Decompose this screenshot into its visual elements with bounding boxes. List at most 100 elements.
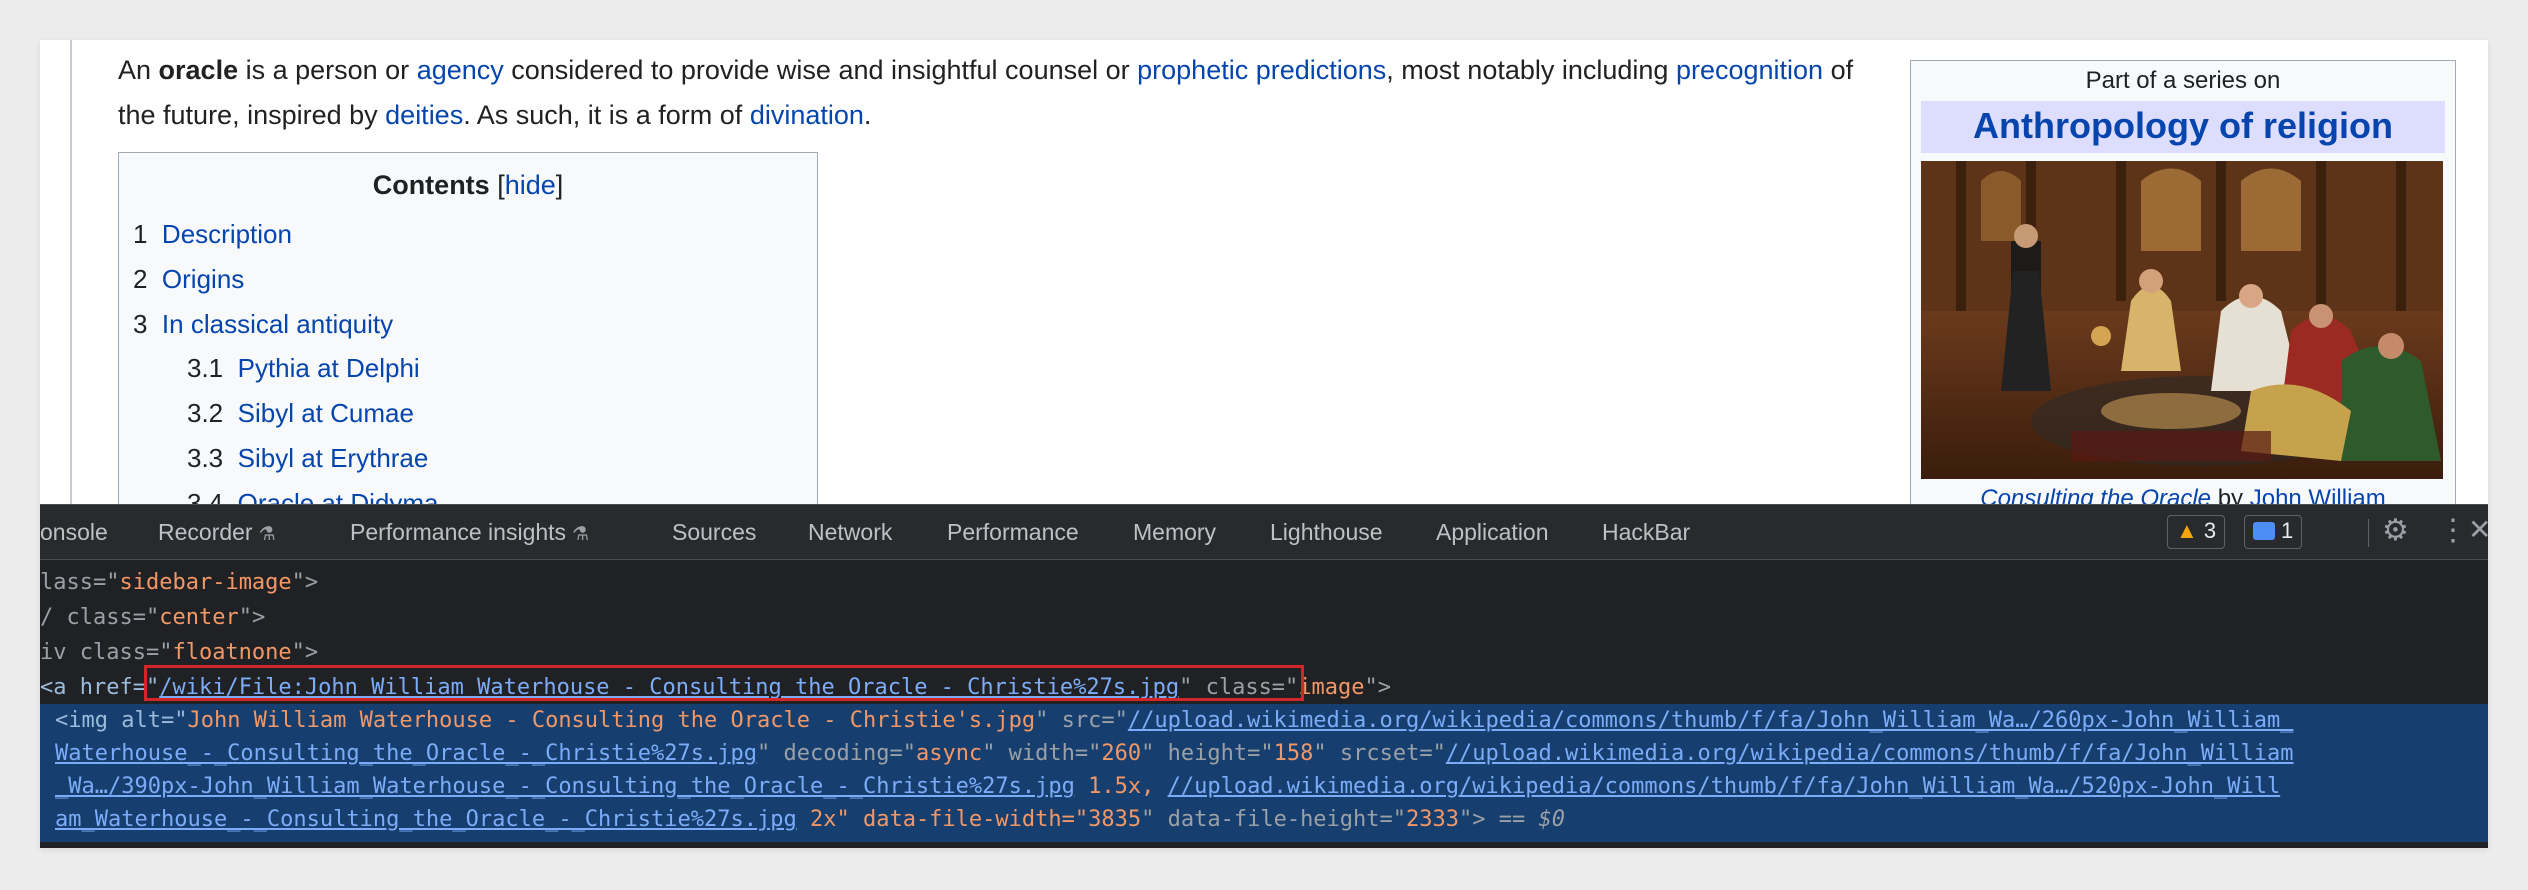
text-run: is a person or <box>238 55 417 85</box>
tab-performance[interactable]: Performance <box>947 519 1079 546</box>
tab-performance-insights[interactable]: Performance insights ⚗ <box>350 519 589 546</box>
tab-label: Lighthouse <box>1270 519 1383 545</box>
tab-label: Performance insights <box>350 519 567 545</box>
toc-number: 1 <box>133 219 148 249</box>
series-title[interactable]: Anthropology of religion <box>1921 101 2445 153</box>
devtools-panel: onsole Recorder ⚗ Performance insights ⚗ S… <box>40 504 2488 848</box>
dom-src-link[interactable]: Waterhouse_-_Consulting_the_Oracle_-_Chr… <box>55 741 757 766</box>
dom-punct: "> <box>291 570 319 595</box>
toc-link[interactable]: Sibyl at Cumae <box>238 398 414 428</box>
dom-attr-value: sidebar-image <box>119 570 292 595</box>
dom-attr-value: 3835 <box>1088 807 1142 832</box>
dom-punct: "> <box>238 605 266 630</box>
wikipedia-article: An oracle is a person or agency consider… <box>40 40 2488 504</box>
caption-link-painting[interactable]: Consulting the Oracle <box>1980 485 2211 504</box>
tab-console[interactable]: onsole <box>40 519 108 546</box>
close-icon[interactable]: ✕ <box>2468 513 2488 546</box>
caption-by: by <box>2211 485 2250 504</box>
dom-attr: " src=" <box>1035 708 1128 733</box>
link-agency[interactable]: agency <box>417 55 504 85</box>
dom-attr-value: 1.5x, <box>1074 774 1168 799</box>
dom-attr: " decoding=" <box>757 741 916 766</box>
tab-label: Recorder <box>158 519 253 545</box>
dom-line[interactable]: iv class="floatnone"> <box>40 640 318 665</box>
link-divination[interactable]: divination <box>750 100 864 130</box>
link-prophetic-predictions[interactable]: prophetic predictions <box>1137 55 1386 85</box>
gear-icon[interactable]: ⚙ <box>2382 513 2409 548</box>
toc-number: 3.3 <box>187 443 224 473</box>
series-title-link[interactable]: Anthropology of religion <box>1973 105 2393 146</box>
link-deities[interactable]: deities <box>385 100 463 130</box>
dom-line[interactable]: / class="center"> <box>40 605 265 630</box>
dom-attr: " data-file-height=" <box>1141 807 1407 832</box>
console-ref: $0 <box>1538 807 1566 832</box>
dom-srcset-link[interactable]: _Wa…/390px-John_William_Waterhouse_-_Con… <box>55 774 1075 799</box>
toc-link[interactable]: Pythia at Delphi <box>238 353 420 383</box>
warnings-badge[interactable]: ▲ 3 <box>2167 515 2226 549</box>
dom-attr: " width=" <box>982 741 1102 766</box>
dom-attr-value: 260 <box>1101 741 1142 766</box>
kebab-icon[interactable]: ⋮ <box>2438 513 2468 548</box>
dom-attr-value: floatnone <box>172 640 292 665</box>
messages-badge[interactable]: 1 <box>2244 515 2303 549</box>
text-run: . As such, it is a form of <box>463 100 750 130</box>
toc-link[interactable]: Sibyl at Erythrae <box>238 443 429 473</box>
text-run: considered to provide wise and insightfu… <box>503 55 1138 85</box>
toc-item-cumae[interactable]: 3.2 Sibyl at Cumae <box>187 398 414 429</box>
dom-line-img[interactable]: Waterhouse_-_Consulting_the_Oracle_-_Chr… <box>55 741 2294 766</box>
tab-label: Network <box>808 519 893 545</box>
message-icon <box>2253 522 2275 540</box>
flask-icon: ⚗ <box>572 524 590 545</box>
toc-heading: Contents [hide] <box>119 170 817 201</box>
toc-item-description[interactable]: 1 Description <box>133 219 292 250</box>
toc-link[interactable]: Oracle at Didyma <box>238 488 439 504</box>
toc-item-didyma[interactable]: 3.4 Oracle at Didyma <box>187 488 438 504</box>
dom-punct: "> <box>1364 675 1392 700</box>
tab-memory[interactable]: Memory <box>1133 519 1216 546</box>
toc-number: 2 <box>133 264 148 294</box>
dom-attr: iv class=" <box>40 640 173 665</box>
tab-sources[interactable]: Sources <box>672 519 756 546</box>
dom-attr-value: 158 <box>1273 741 1314 766</box>
text-run: , most notably including <box>1386 55 1676 85</box>
dom-attr: " srcset=" <box>1313 741 1446 766</box>
tab-label: onsole <box>40 519 108 545</box>
warnings-count: 3 <box>2203 518 2217 543</box>
image-caption: Consulting the Oracle by John William <box>1911 485 2455 504</box>
infobox-sidebar: Part of a series on Anthropology of reli… <box>1910 60 2456 504</box>
tab-lighthouse[interactable]: Lighthouse <box>1270 519 1383 546</box>
tab-application[interactable]: Application <box>1436 519 1549 546</box>
dom-line-img[interactable]: am_Waterhouse_-_Consulting_the_Oracle_-_… <box>55 807 1565 832</box>
toc-hide-link[interactable]: hide <box>505 170 556 200</box>
toc-item-erythrae[interactable]: 3.3 Sibyl at Erythrae <box>187 443 428 474</box>
dom-srcset-link[interactable]: //upload.wikimedia.org/wikipedia/commons… <box>1168 774 2281 799</box>
toc-link[interactable]: Origins <box>162 264 244 294</box>
tab-label: Memory <box>1133 519 1217 545</box>
dom-tag: <img alt=" <box>55 708 188 733</box>
toc-item-origins[interactable]: 2 Origins <box>133 264 244 295</box>
tab-label: Application <box>1436 519 1549 545</box>
toc-link[interactable]: In classical antiquity <box>162 309 393 339</box>
painting-image[interactable] <box>1921 161 2443 479</box>
dom-punct: "> <box>291 640 319 665</box>
toc-item-pythia[interactable]: 3.1 Pythia at Delphi <box>187 353 420 384</box>
text-run: An <box>118 55 159 85</box>
tab-recorder[interactable]: Recorder ⚗ <box>158 519 276 546</box>
toc-number: 3.1 <box>187 353 224 383</box>
toc-item-classical-antiquity[interactable]: 3 In classical antiquity <box>133 309 393 340</box>
dom-line-img[interactable]: _Wa…/390px-John_William_Waterhouse_-_Con… <box>55 774 2280 799</box>
dom-tag: <a href=" <box>40 675 160 700</box>
dom-src-link[interactable]: //upload.wikimedia.org/wikipedia/commons… <box>1128 708 2294 733</box>
toc-link[interactable]: Description <box>162 219 292 249</box>
dom-attr-value: center <box>159 605 239 630</box>
tab-network[interactable]: Network <box>808 519 892 546</box>
dom-srcset-link[interactable]: //upload.wikimedia.org/wikipedia/commons… <box>1446 741 2294 766</box>
tab-hackbar[interactable]: HackBar <box>1602 519 1690 546</box>
dom-line[interactable]: lass="sidebar-image"> <box>40 570 318 595</box>
bracket: ] <box>555 170 564 200</box>
dom-line-img[interactable]: <img alt="John William Waterhouse - Cons… <box>55 708 2293 733</box>
caption-link-author[interactable]: John William <box>2250 485 2386 504</box>
intro-paragraph: An oracle is a person or agency consider… <box>118 48 1878 138</box>
dom-srcset-link[interactable]: am_Waterhouse_-_Consulting_the_Oracle_-_… <box>55 807 797 832</box>
link-precognition[interactable]: precognition <box>1676 55 1823 85</box>
